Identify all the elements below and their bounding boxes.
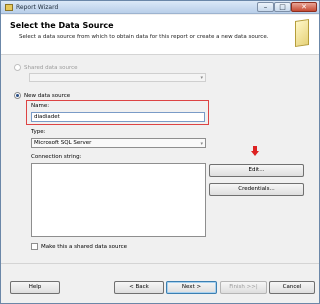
page-title: Select the Data Source [10, 21, 114, 30]
footer-divider [1, 263, 319, 264]
arrow-head [251, 151, 259, 156]
new-data-source-radio[interactable] [14, 92, 21, 99]
chevron-down-icon: ▾ [200, 141, 203, 147]
edit-button[interactable]: Edit... [209, 164, 304, 177]
type-label: Type: [31, 129, 46, 135]
page-subtitle: Select a data source from which to obtai… [19, 34, 269, 40]
minimize-button[interactable]: – [257, 2, 274, 12]
finish-button[interactable]: Finish >>| [220, 281, 267, 294]
red-arrow-icon [251, 146, 259, 157]
report-wizard-window: Report Wizard – □ ✕ Select the Data Sour… [0, 0, 320, 304]
chevron-down-icon: ▾ [200, 75, 203, 81]
next-button[interactable]: Next > [166, 281, 217, 294]
wizard-header: Select the Data Source Select a data sou… [1, 15, 319, 55]
title-bar[interactable]: Report Wizard – □ ✕ [1, 1, 319, 14]
connection-string-textarea[interactable] [31, 163, 206, 237]
shared-data-source-radio[interactable] [14, 64, 21, 71]
name-label: Name: [31, 103, 50, 109]
make-shared-label: Make this a shared data source [41, 244, 128, 250]
help-button[interactable]: Help [10, 281, 60, 294]
new-data-source-label: New data source [24, 93, 71, 99]
shared-data-source-combo[interactable]: ▾ [29, 73, 206, 82]
wizard-page-icon [295, 19, 309, 47]
shared-data-source-label: Shared data source [24, 65, 78, 71]
back-button[interactable]: < Back [114, 281, 164, 294]
type-select-value: Microsoft SQL Server [34, 140, 92, 146]
window-title: Report Wizard [16, 4, 59, 11]
connection-string-label: Connection string: [31, 154, 82, 160]
close-button[interactable]: ✕ [291, 2, 317, 12]
type-select[interactable]: Microsoft SQL Server ▾ [31, 138, 206, 148]
maximize-button[interactable]: □ [274, 2, 291, 12]
cancel-button[interactable]: Cancel [269, 281, 315, 294]
credentials-button[interactable]: Credentials... [209, 183, 304, 196]
make-shared-checkbox[interactable] [31, 243, 38, 250]
app-icon [5, 4, 13, 11]
name-input[interactable]: diadiadet [31, 112, 205, 122]
